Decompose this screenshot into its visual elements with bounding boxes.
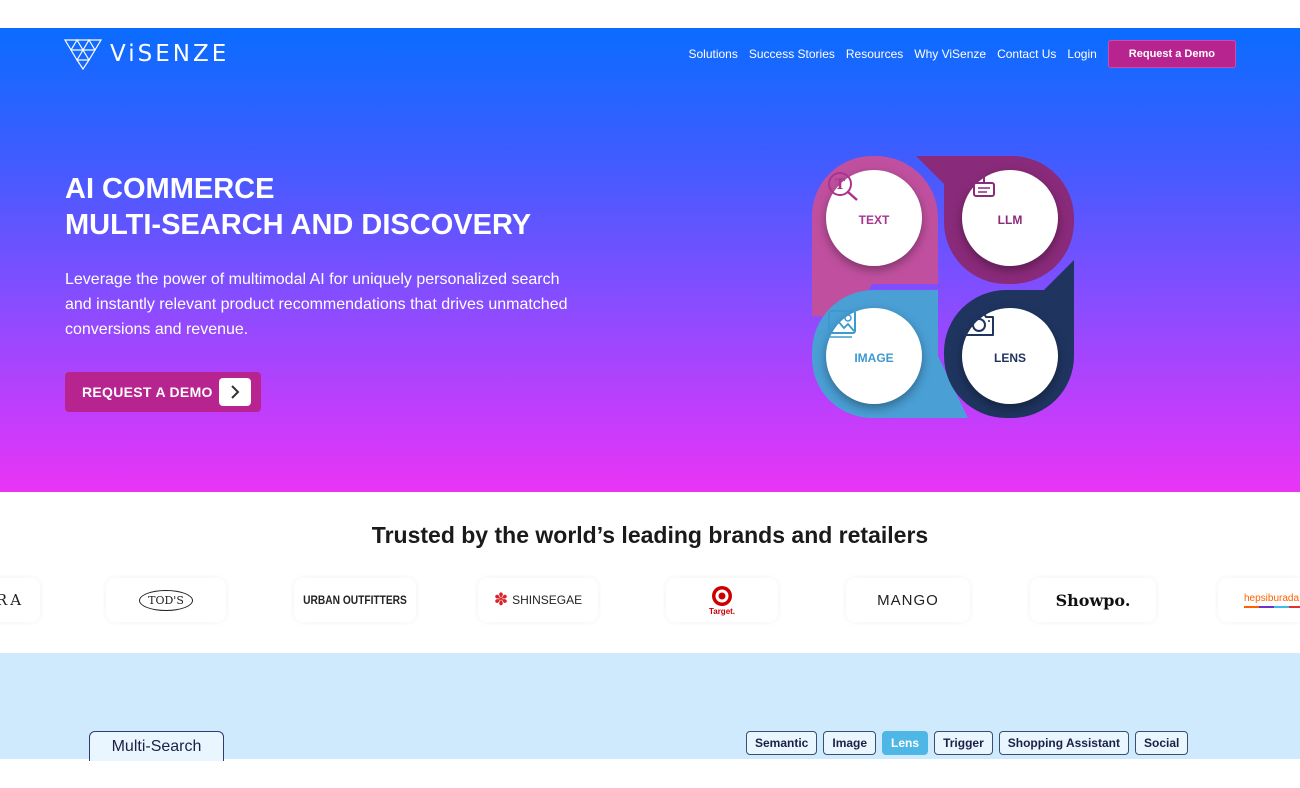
main-nav: Solutions Success Stories Resources Why …: [688, 40, 1236, 68]
pill-lens[interactable]: Lens: [882, 731, 929, 755]
hero-title: AI COMMERCE MULTI-SEARCH AND DISCOVERY: [65, 171, 531, 243]
brand-logo-target: Target.: [666, 578, 778, 622]
nav-contact-us[interactable]: Contact Us: [997, 47, 1056, 61]
camera-icon: [964, 311, 994, 336]
brand-logo-zara-text: RA: [0, 591, 25, 609]
hero-description: Leverage the power of multimodal AI for …: [65, 271, 568, 338]
logo-text: ViSENZE: [110, 41, 230, 67]
request-demo-hero-button[interactable]: REQUEST A DEMO: [65, 372, 261, 412]
ai-chat-icon: AI: [963, 171, 995, 197]
brand-logo-zara: RA: [0, 578, 40, 622]
nav-success-stories[interactable]: Success Stories: [749, 47, 835, 61]
chevron-right-icon: [219, 378, 251, 406]
pill-semantic[interactable]: Semantic: [746, 731, 818, 755]
brands-heading: Trusted by the world’s leading brands an…: [371, 522, 929, 548]
brand-logo-shinsegae-text: SHINSEGAE: [512, 593, 583, 607]
brand-logo-tods-text: TOD'S: [139, 589, 193, 611]
nav-why-visenze[interactable]: Why ViSenze: [914, 47, 986, 61]
request-demo-nav-button[interactable]: Request a Demo: [1107, 40, 1236, 68]
request-demo-hero-label: REQUEST A DEMO: [82, 384, 213, 400]
brand-logo-showpo-text: Showpo.: [1055, 590, 1131, 610]
nav-login[interactable]: Login: [1067, 47, 1096, 61]
pill-social[interactable]: Social: [1134, 731, 1189, 755]
solution-pills: Semantic Image Lens Trigger Shopping Ass…: [746, 731, 1189, 755]
logo[interactable]: ViSENZE: [64, 38, 229, 70]
nav-solutions[interactable]: Solutions: [688, 47, 737, 61]
pill-image[interactable]: Image: [823, 731, 877, 755]
page: ViSENZE Solutions Success Stories Resour…: [0, 0, 1300, 788]
multisearch-graphic: T TEXT AI LLM IMAGE LENS: [810, 156, 1074, 418]
target-bullseye-icon: [712, 585, 732, 606]
feature-image-label: IMAGE: [854, 351, 894, 365]
brand-logo-urban-outfitters: URBAN OUTFITTERS: [294, 578, 416, 622]
brand-logo-hepsiburada-text: hepsiburada: [1244, 592, 1300, 604]
flower-icon: ✽: [493, 590, 509, 609]
feature-text-label: TEXT: [858, 213, 890, 227]
brand-logo-shinsegae: ✽ SHINSEGAE: [478, 578, 598, 622]
feature-lens[interactable]: LENS: [962, 308, 1058, 404]
nav-resources[interactable]: Resources: [846, 47, 903, 61]
feature-llm[interactable]: AI LLM: [962, 170, 1058, 266]
brand-logo-tods: TOD'S: [106, 578, 226, 622]
feature-llm-label: LLM: [997, 213, 1023, 227]
feature-lens-label: LENS: [993, 351, 1026, 365]
image-icon: [827, 310, 856, 338]
hero-title-line2: MULTI-SEARCH AND DISCOVERY: [65, 209, 532, 241]
visenze-logo-icon: [64, 39, 102, 70]
feature-image[interactable]: IMAGE: [826, 308, 922, 404]
brand-logo-hepsiburada: hepsiburada: [1218, 578, 1300, 622]
pill-shopping-assistant[interactable]: Shopping Assistant: [998, 731, 1129, 755]
brand-logo-mango-text: MANGO: [877, 591, 939, 609]
text-search-icon: T: [828, 172, 858, 201]
brand-logo-mango: MANGO: [846, 578, 970, 622]
hero-section: ViSENZE Solutions Success Stories Resour…: [0, 28, 1300, 492]
hero-title-line1: AI COMMERCE: [65, 173, 275, 205]
pill-trigger[interactable]: Trigger: [934, 731, 993, 755]
brand-logo-urban-outfitters-text: URBAN OUTFITTERS: [303, 593, 407, 607]
brand-logo-target-text: Target.: [708, 606, 736, 616]
brand-logo-showpo: Showpo.: [1030, 578, 1156, 622]
svg-text:T: T: [835, 177, 846, 193]
feature-text[interactable]: T TEXT: [826, 170, 922, 266]
brand-logo-hepsiburada-stripe: [1244, 605, 1300, 608]
tab-multi-search[interactable]: Multi-Search: [89, 731, 224, 761]
